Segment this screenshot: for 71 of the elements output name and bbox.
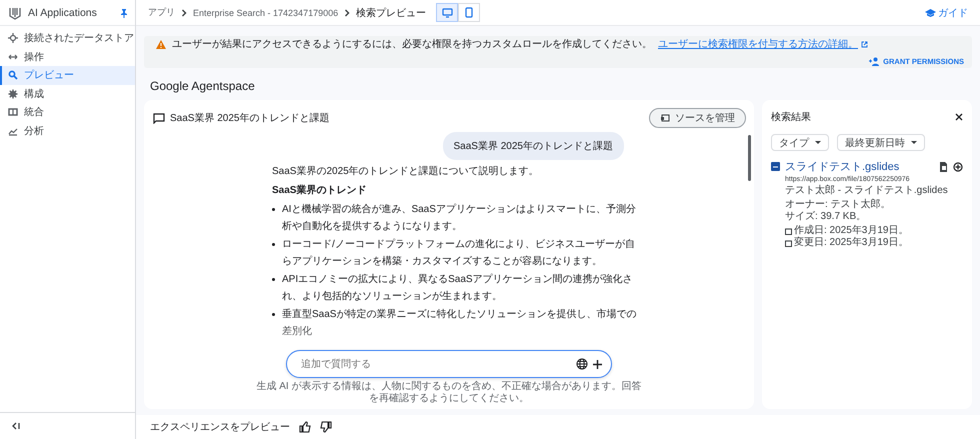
manage-sources-button[interactable]: ソースを管理	[649, 108, 746, 128]
answer-bullet: AIと機械学習の統合が進み、SaaSアプリケーションはよりスマートに、予測分析や自動化を提供するようになります。	[282, 202, 637, 234]
monitor-icon	[442, 8, 453, 18]
search-icon	[8, 70, 18, 80]
result-path: テスト太郎 - スライドテスト.gslides	[785, 185, 949, 197]
chevron-icon	[181, 8, 187, 16]
chat-title: SaaS業界 2025年のトレンドと課題	[170, 112, 330, 125]
preview-experience-label: エクスペリエンスをプレビュー	[150, 420, 290, 434]
sidebar-item[interactable]: 統合	[0, 103, 135, 122]
sidebar-item[interactable]: 分析	[0, 122, 135, 140]
answer-heading: SaaS業界のトレンド	[272, 184, 368, 198]
bullet-dot	[272, 313, 275, 316]
file-icon	[771, 162, 780, 171]
close-icon[interactable]	[955, 113, 963, 121]
globe-icon[interactable]	[576, 358, 588, 370]
answer-intro: SaaS業界の2025年のトレンドと課題について説明します。	[272, 164, 540, 179]
hub-icon	[8, 33, 18, 44]
result-owner: オーナー: テスト太郎。	[785, 199, 891, 211]
answer-bullet: ローコード/ノーコードプラットフォームの進化により、ビジネスユーザーが自らアプリケーションを構築・カスタマイズすることが容易になります。	[282, 238, 636, 269]
question-input-field[interactable]: 追加で質問する	[286, 350, 612, 378]
result-size: サイズ: 39.7 KB。	[785, 211, 866, 223]
pin-icon[interactable]	[119, 8, 129, 18]
sidebar-item[interactable]: 構成	[0, 84, 135, 103]
add-icon[interactable]	[953, 162, 963, 172]
answer-bullet: APIエコノミーの拡大により、異なるSaaSアプリケーション間の連携が強化され、より包括的なソリューションが生まれます。	[282, 272, 634, 304]
sidebar-item[interactable]: プレビュー	[0, 66, 135, 84]
modified-date: 変更日: 2025年3月19日。	[794, 237, 908, 249]
filter-dropdown[interactable]: 最終更新日時	[837, 134, 925, 151]
scrollbar[interactable]	[748, 135, 751, 181]
desktop-view-button[interactable]	[436, 3, 458, 22]
created-date: 作成日: 2025年3月19日。	[794, 225, 908, 236]
person-add-icon	[869, 57, 880, 66]
external-link-icon	[861, 41, 868, 48]
chevron-icon	[344, 8, 350, 16]
mobile-view-button[interactable]	[458, 3, 480, 22]
answer-bullet: 垂直型SaaSが特定の業界ニーズに特化したソリューションを提供し、市場での差別化	[282, 308, 638, 339]
chart-icon	[8, 126, 18, 136]
warning-icon	[156, 40, 166, 49]
phone-icon	[465, 7, 474, 18]
plus-icon[interactable]	[593, 360, 602, 368]
sources-icon	[660, 114, 670, 122]
breadcrumb-item: 検索プレビュー	[356, 6, 426, 20]
caret-icon	[815, 140, 821, 144]
graduation-cap-icon	[925, 8, 936, 16]
guide-link[interactable]: ガイド	[925, 6, 968, 20]
collapse-icon[interactable]	[12, 422, 21, 430]
thumbs-up-icon[interactable]	[299, 421, 311, 433]
results-title: 検索結果	[771, 110, 811, 124]
chat-icon	[153, 112, 165, 124]
logo-icon	[8, 6, 22, 20]
app-title: AI Applications	[28, 6, 98, 18]
breadcrumb-item[interactable]: アプリ	[148, 6, 175, 19]
sidebar-item[interactable]: 接続されたデータストア	[0, 29, 135, 48]
filter-dropdown[interactable]: タイプ	[771, 134, 829, 151]
sidebar-item[interactable]: 操作	[0, 48, 135, 66]
disclaimer-text: 生成 AI が表示する情報は、人物に関するものを含め、不正確な場合があります。回答を再確認するようにしてください。	[255, 381, 642, 405]
arrows-icon	[8, 52, 18, 62]
page-title: Google Agentspace	[149, 78, 256, 95]
help-link[interactable]: ユーザーに検索権限を付与する方法の詳細。	[658, 38, 868, 51]
bullet-dot	[272, 243, 275, 246]
result-title-link[interactable]: スライドテスト.gslides	[785, 159, 934, 174]
caret-icon	[911, 140, 917, 144]
breadcrumb-item[interactable]: Enterprise Search - 1742347179006	[193, 8, 338, 18]
panel-icon	[8, 107, 18, 118]
document-icon[interactable]	[939, 162, 948, 172]
bullet-dot	[272, 208, 275, 211]
user-message: SaaS業界 2025年のトレンドと課題	[442, 132, 624, 160]
warning-message: ユーザーが結果にアクセスできるようにするには、必要な権限を持つカスタムロールを作成してください。	[172, 38, 652, 51]
bullet-dot	[272, 278, 275, 281]
thumbs-down-icon[interactable]	[320, 421, 332, 433]
gear-icon	[8, 88, 18, 99]
